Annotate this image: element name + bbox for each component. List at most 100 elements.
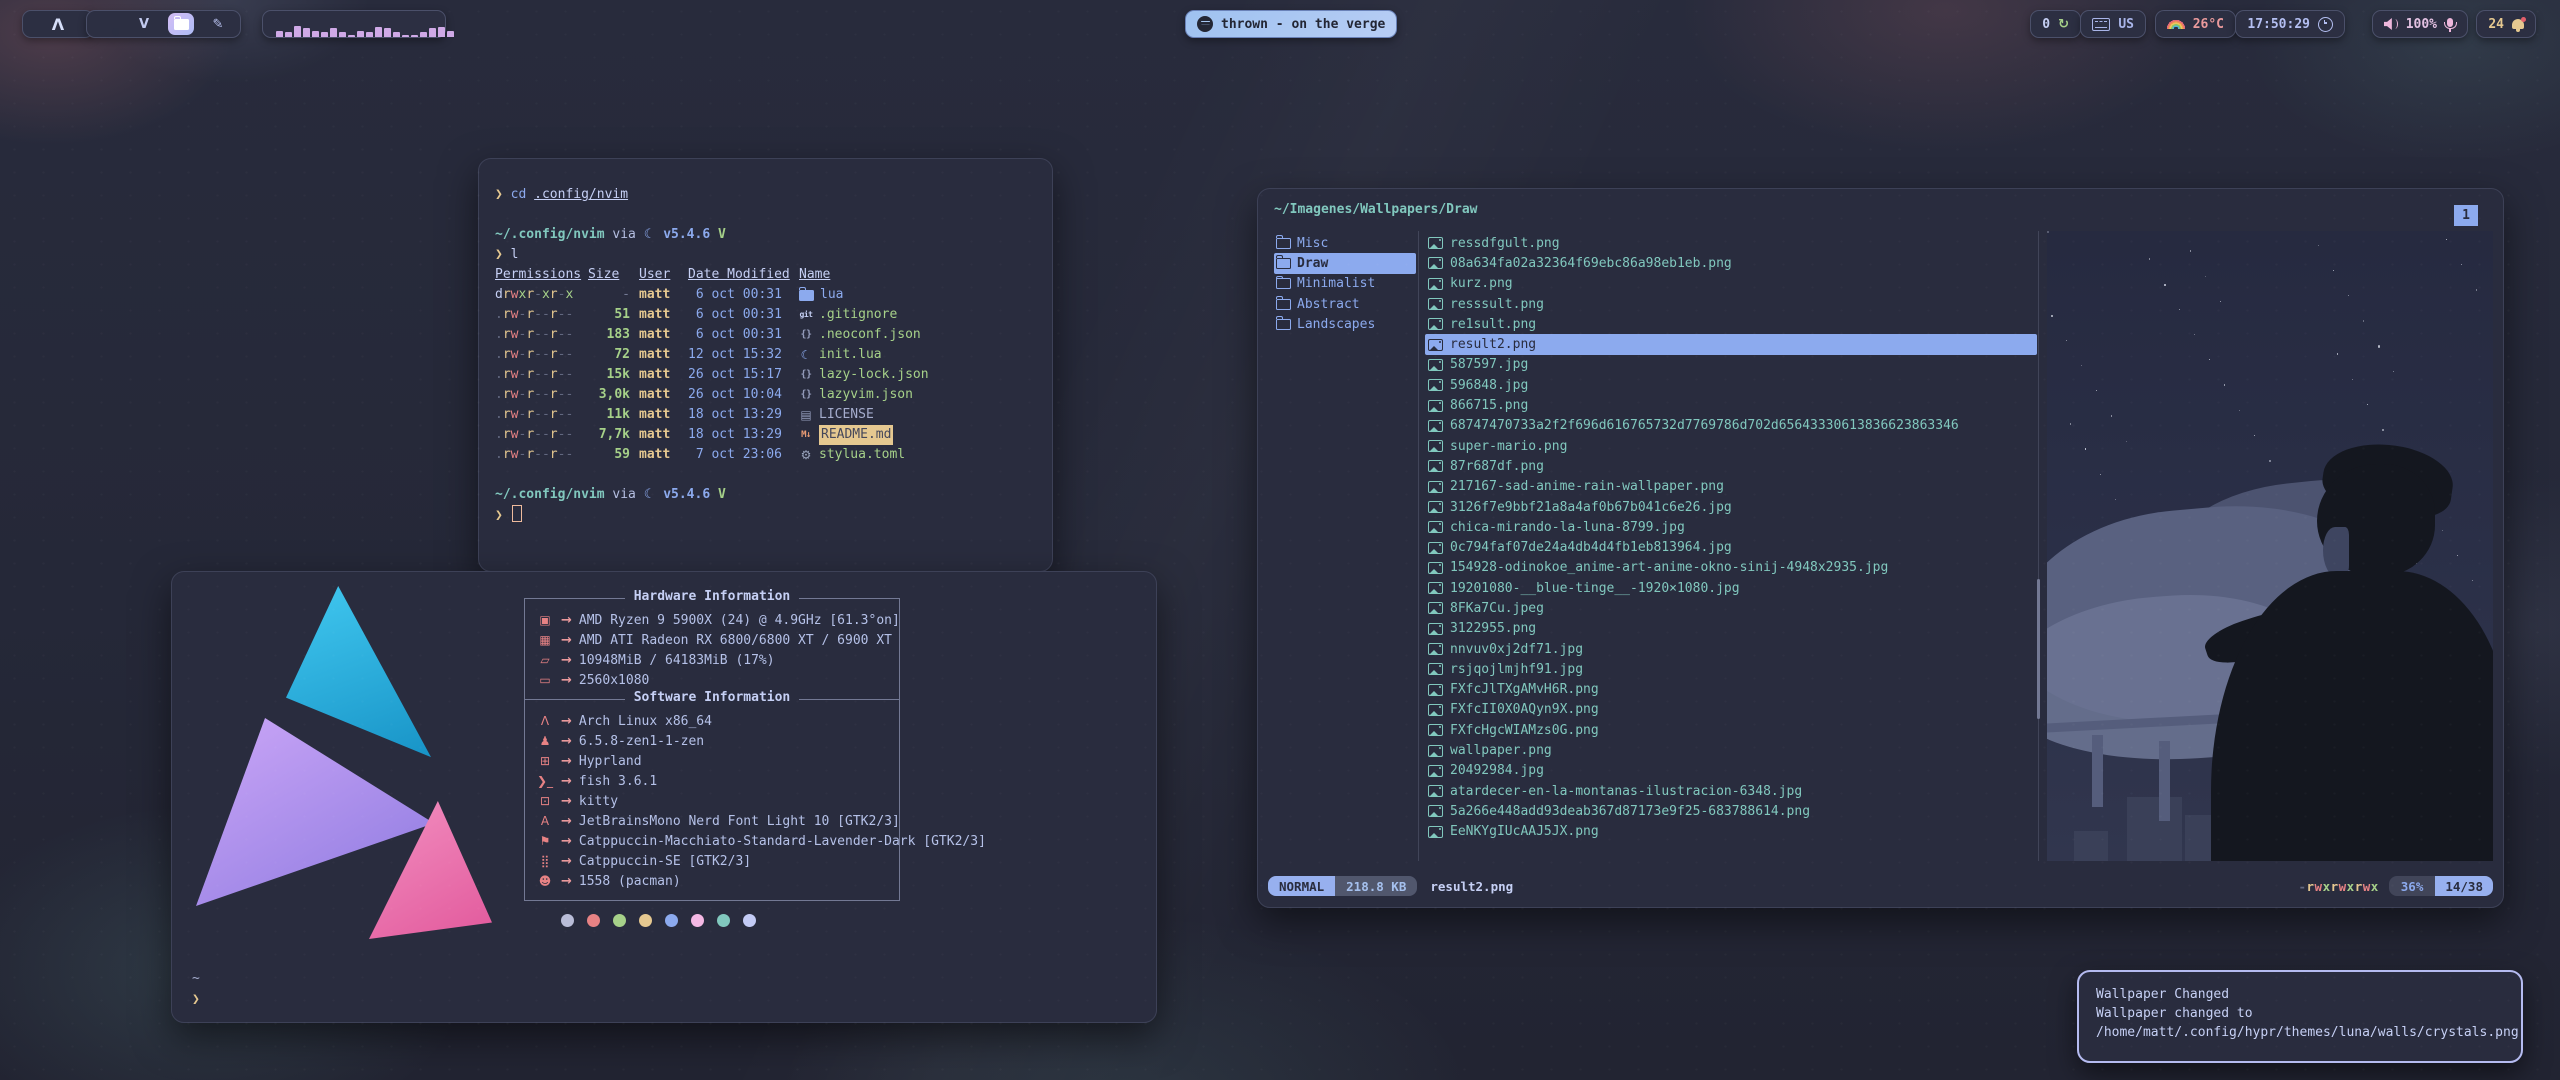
- file-item[interactable]: 68747470733a2f2f696d616765732d7769786d70…: [1425, 416, 2037, 436]
- image-icon: [1428, 278, 1443, 290]
- ls-row: .rw-r--r--51matt 6 oct 00:31git.gitignor…: [495, 305, 1052, 325]
- file-item[interactable]: atardecer-en-la-montanas-ilustracion-634…: [1425, 781, 2037, 801]
- file-item[interactable]: 87r687df.png: [1425, 456, 2037, 476]
- updates-count: 0: [2042, 17, 2050, 32]
- file-item[interactable]: 8FKa7Cu.jpeg: [1425, 598, 2037, 618]
- file-item[interactable]: re1sult.png: [1425, 314, 2037, 334]
- preview-railing-post: [2159, 741, 2170, 821]
- image-icon: [1428, 684, 1443, 696]
- star: [2352, 379, 2353, 380]
- keyboard-icon: [2092, 18, 2110, 31]
- file-item[interactable]: wallpaper.png: [1425, 740, 2037, 760]
- folder-open-icon: [1276, 299, 1291, 310]
- fetch-info-row: ▣→AMD Ryzen 9 5900X (24) @ 4.9GHz [61.3°…: [525, 610, 899, 630]
- star: [2100, 474, 2101, 475]
- scroll-percent-badge: 36%: [2389, 876, 2436, 896]
- fetch-info-row: ⊞→Hyprland: [525, 751, 899, 771]
- sidebar-item-landscapes[interactable]: Landscapes: [1274, 314, 1416, 334]
- markdown-icon: M↓: [799, 425, 813, 445]
- notifications-widget[interactable]: 24: [2476, 10, 2536, 38]
- app-launcher-button[interactable]: Λ: [22, 10, 94, 38]
- cpu-graph-widget[interactable]: [262, 10, 446, 38]
- file-item[interactable]: 0c794faf07de24a4db4d4fb1eb813964.jpg: [1425, 537, 2037, 557]
- star: [2367, 404, 2368, 405]
- image-icon: [1428, 745, 1443, 757]
- file-item[interactable]: 08a634fa02a32364f69ebc86a98eb1eb.png: [1425, 253, 2037, 273]
- star: [2382, 429, 2384, 431]
- workspace-vim[interactable]: V: [133, 17, 155, 32]
- image-icon: [1428, 542, 1443, 554]
- sidebar-item-misc[interactable]: Misc: [1274, 233, 1416, 253]
- file-item[interactable]: 866715.png: [1425, 395, 2037, 415]
- terminal-command-line: ❯ l: [495, 245, 1052, 265]
- image-icon: [1428, 257, 1443, 269]
- file-item[interactable]: 19201080-__blue-tinge__-1920×1080.jpg: [1425, 578, 2037, 598]
- file-item[interactable]: 596848.jpg: [1425, 375, 2037, 395]
- folder-open-icon: [1276, 258, 1291, 269]
- file-item[interactable]: 154928-odinokoe_anime-art-anime-okno-sin…: [1425, 558, 2037, 578]
- ls-row: .rw-r--r--72matt12 oct 15:32☾init.lua: [495, 345, 1052, 365]
- image-icon: [1428, 663, 1443, 675]
- icons-icon: ⣿: [536, 854, 554, 868]
- file-item[interactable]: rsjqojlmjhf91.jpg: [1425, 659, 2037, 679]
- file-item[interactable]: 587597.jpg: [1425, 355, 2037, 375]
- file-manager-window[interactable]: ~/Imagenes/Wallpapers/Draw 1 MiscDrawMin…: [1257, 188, 2504, 908]
- sidebar-item-minimalist[interactable]: Minimalist: [1274, 274, 1416, 294]
- ls-row: drwxr-xr-x-matt 6 oct 00:31lua: [495, 285, 1052, 305]
- shell-prompt[interactable]: ~ ❯: [192, 968, 200, 1010]
- file-item[interactable]: 3126f7e9bbf21a8a4af0b67b041c6e26.jpg: [1425, 497, 2037, 517]
- volume-widget[interactable]: 100%: [2372, 10, 2468, 38]
- software-section-title: Software Information: [525, 690, 899, 705]
- file-item[interactable]: EeNKYgIUcAAJ5JX.png: [1425, 822, 2037, 842]
- preview-building: [2074, 831, 2108, 861]
- file-item[interactable]: result2.png: [1425, 334, 2037, 354]
- file-item[interactable]: FXfcJlTXgAMvH6R.png: [1425, 680, 2037, 700]
- file-item[interactable]: FXfcII0X0AQyn9X.png: [1425, 700, 2037, 720]
- star: [2461, 264, 2462, 265]
- file-item[interactable]: FXfcHgcWIAMzs0G.png: [1425, 720, 2037, 740]
- column-divider: [1418, 231, 1419, 861]
- file-item[interactable]: nnvuv0xj2df71.jpg: [1425, 639, 2037, 659]
- star: [2051, 315, 2053, 317]
- mode-badge: NORMAL: [1268, 876, 1335, 896]
- terminal-prompt[interactable]: ❯: [495, 505, 1052, 525]
- file-item[interactable]: 20492984.jpg: [1425, 761, 2037, 781]
- file-position-badge: 14/38: [2435, 876, 2493, 896]
- file-item[interactable]: super-mario.png: [1425, 436, 2037, 456]
- weather-widget[interactable]: 26°C: [2155, 10, 2236, 38]
- fetch-info-row: ⣿→Catppuccin-SE [GTK2/3]: [525, 851, 899, 871]
- image-icon: [1428, 724, 1443, 736]
- star: [2179, 309, 2180, 310]
- terminal-command-line: ❯ cd .config/nvim: [495, 185, 1052, 205]
- fetch-info-row: ▭→2560x1080: [525, 670, 899, 690]
- ls-row: .rw-r--r--59matt 7 oct 23:06⚙stylua.toml: [495, 445, 1052, 465]
- tab-indicator[interactable]: 1: [2454, 205, 2478, 226]
- fastfetch-window[interactable]: Hardware Information ▣→AMD Ryzen 9 5900X…: [171, 571, 1157, 1023]
- image-icon: [1428, 400, 1443, 412]
- active-window-title-widget[interactable]: thrown - on the verge: [1185, 10, 1397, 38]
- file-item[interactable]: chica-mirando-la-luna-8799.jpg: [1425, 517, 2037, 537]
- terminal-window[interactable]: ❯ cd .config/nvim ~/.config/nvim via ☾ v…: [478, 158, 1053, 572]
- workspace-paint[interactable]: ✎: [207, 17, 229, 32]
- file-item[interactable]: kurz.png: [1425, 274, 2037, 294]
- sidebar-item-draw[interactable]: Draw: [1274, 253, 1416, 273]
- star: [2066, 340, 2067, 341]
- speaker-icon: [2384, 18, 2398, 30]
- keyboard-layout-widget[interactable]: US: [2080, 10, 2146, 38]
- file-item[interactable]: ressdfgult.png: [1425, 233, 2037, 253]
- file-item[interactable]: 217167-sad-anime-rain-wallpaper.png: [1425, 477, 2037, 497]
- prompt-status-line: ~/.config/nvim via ☾ v5.4.6 V: [495, 485, 1052, 505]
- file-item[interactable]: resssult.png: [1425, 294, 2037, 314]
- sidebar-item-abstract[interactable]: Abstract: [1274, 294, 1416, 314]
- updates-widget[interactable]: 0 ↻: [2030, 10, 2081, 38]
- notification-toast[interactable]: Wallpaper Changed Wallpaper changed to /…: [2077, 970, 2523, 1063]
- clock-widget[interactable]: 17:50:29: [2235, 10, 2345, 38]
- scrollbar-thumb[interactable]: [2037, 579, 2040, 719]
- workspace-files-active[interactable]: [168, 13, 194, 35]
- ls-row: .rw-r--r--7,7kmatt18 oct 13:29M↓README.m…: [495, 425, 1052, 445]
- fetch-info-row: ♟→6.5.8-zen1-1-zen: [525, 731, 899, 751]
- file-item[interactable]: 3122955.png: [1425, 619, 2037, 639]
- image-icon: [1428, 582, 1443, 594]
- workspace-switcher: V ✎: [86, 10, 241, 38]
- file-item[interactable]: 5a266e448add93deab367d87173e9f25-6837886…: [1425, 801, 2037, 821]
